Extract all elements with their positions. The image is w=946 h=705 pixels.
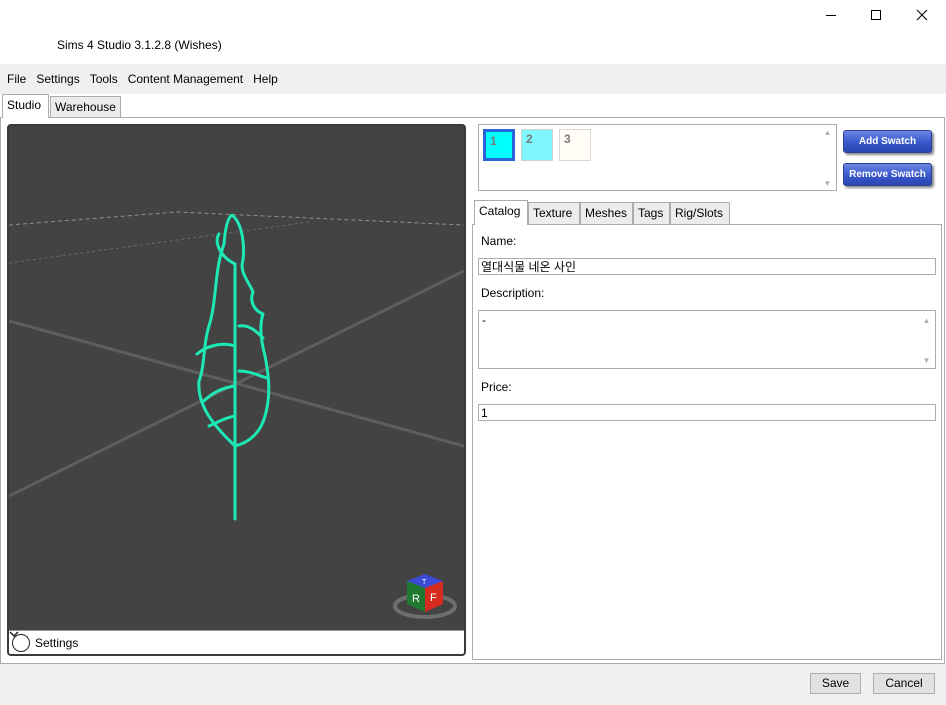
menu-content-management[interactable]: Content Management — [123, 69, 248, 89]
bottom-button-bar — [0, 664, 946, 705]
save-button[interactable]: Save — [810, 673, 861, 694]
description-text: - — [482, 313, 486, 327]
description-textarea[interactable]: - ▲ ▼ — [478, 310, 936, 369]
gizmo-right-label: R — [412, 593, 420, 605]
swatch-1[interactable]: 1 — [483, 129, 515, 161]
tab-meshes[interactable]: Meshes — [580, 202, 633, 224]
swatch-list: 1 2 3 ▲ ▼ — [478, 124, 837, 191]
name-input[interactable]: 열대식물 네온 사인 — [478, 258, 936, 275]
scroll-down-icon[interactable]: ▼ — [819, 176, 836, 190]
chevron-down-icon[interactable] — [9, 631, 30, 652]
menu-help[interactable]: Help — [248, 69, 283, 89]
scroll-up-icon[interactable]: ▲ — [918, 313, 935, 327]
menu-file[interactable]: File — [2, 69, 31, 89]
title-bar — [0, 0, 946, 64]
minimize-icon — [826, 15, 836, 16]
tab-texture[interactable]: Texture — [528, 202, 580, 224]
menu-settings[interactable]: Settings — [31, 69, 84, 89]
tab-tags[interactable]: Tags — [633, 202, 670, 224]
maximize-icon — [871, 10, 881, 20]
swatch-2[interactable]: 2 — [521, 129, 553, 161]
swatch-label: 3 — [564, 132, 571, 146]
gizmo-front-label: F — [430, 592, 437, 604]
description-scrollbar[interactable]: ▲ ▼ — [918, 311, 935, 369]
minimize-button[interactable] — [808, 0, 854, 30]
close-icon — [916, 9, 928, 21]
neon-leaf-model — [195, 213, 271, 521]
add-swatch-button[interactable]: Add Swatch — [843, 130, 932, 153]
gizmo-top-label: T — [422, 579, 427, 586]
tab-studio[interactable]: Studio — [2, 94, 49, 118]
ground-plane-outline-inner — [9, 221, 310, 264]
viewport-canvas[interactable]: R F T — [9, 126, 464, 631]
3d-viewport[interactable]: R F T Settings — [7, 124, 466, 656]
tab-catalog[interactable]: Catalog — [474, 200, 528, 225]
window-title: Sims 4 Studio 3.1.2.8 (Wishes) — [57, 38, 222, 52]
price-input[interactable]: 1 — [478, 404, 936, 421]
price-label: Price: — [481, 380, 512, 394]
top-tab-strip — [0, 94, 946, 118]
remove-swatch-button[interactable]: Remove Swatch — [843, 163, 932, 186]
scroll-up-icon[interactable]: ▲ — [819, 125, 836, 139]
name-label: Name: — [481, 234, 517, 248]
swatch-label: 2 — [526, 132, 533, 146]
swatch-scrollbar[interactable]: ▲ ▼ — [819, 125, 836, 190]
swatch-3[interactable]: 3 — [559, 129, 591, 161]
tab-rig-slots[interactable]: Rig/Slots — [670, 202, 730, 224]
tab-warehouse[interactable]: Warehouse — [50, 96, 121, 117]
viewport-settings-label: Settings — [35, 635, 79, 650]
cancel-button[interactable]: Cancel — [873, 673, 935, 694]
swatch-label: 1 — [490, 134, 497, 148]
description-label: Description: — [481, 286, 545, 300]
scroll-down-icon[interactable]: ▼ — [918, 353, 935, 367]
menu-tools[interactable]: Tools — [85, 69, 123, 89]
menu-bar: File Settings Tools Content Management H… — [0, 64, 946, 94]
app-window: Sims 4 Studio 3.1.2.8 (Wishes) File Sett… — [0, 0, 946, 705]
orientation-gizmo: R F T — [393, 574, 457, 619]
maximize-button[interactable] — [853, 0, 899, 30]
close-button[interactable] — [899, 0, 945, 30]
viewport-settings-bar[interactable]: Settings — [9, 630, 464, 654]
